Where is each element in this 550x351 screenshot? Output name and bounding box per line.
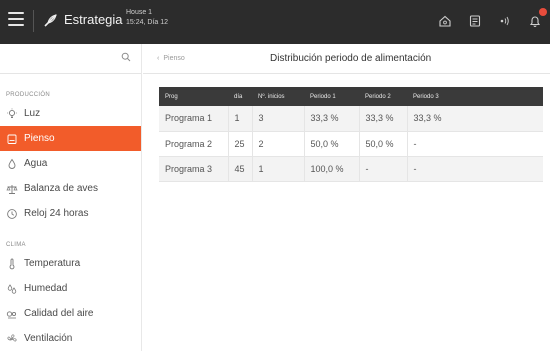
home-icon[interactable] xyxy=(436,12,454,30)
cell-periodo-2[interactable]: 50,0 % xyxy=(359,131,408,156)
topbar-actions xyxy=(436,8,547,32)
feed-period-table: Prog día Nº. inicios Periodo 1 Periodo 2… xyxy=(159,87,543,182)
col-header-dia: día xyxy=(234,93,243,100)
report-icon[interactable] xyxy=(466,12,484,30)
main-header: ‹ Pienso Distribución periodo de alimenta… xyxy=(143,44,550,74)
sound-icon[interactable] xyxy=(496,12,514,30)
bell-icon[interactable] xyxy=(526,8,547,30)
drop-icon xyxy=(6,158,18,170)
sidebar-item-ventilacion[interactable]: Ventilación xyxy=(0,326,141,351)
main-content: ‹ Pienso Distribución periodo de alimenta… xyxy=(143,44,550,351)
sidebar-item-label: Agua xyxy=(24,158,48,169)
sidebar-item-agua[interactable]: Agua xyxy=(0,151,141,176)
table-header-row: Prog día Nº. inicios Periodo 1 Periodo 2… xyxy=(159,87,543,106)
table-row[interactable]: Programa 2 25 2 50,0 % 50,0 % - xyxy=(159,131,543,156)
sidebar-item-label: Pienso xyxy=(24,133,55,144)
sidebar-item-label: Luz xyxy=(24,108,41,119)
notification-badge xyxy=(539,8,547,16)
col-header-periodo-1: Periodo 1 xyxy=(310,93,336,100)
house-name: House 1 xyxy=(126,9,153,16)
sidebar-item-balanza[interactable]: Balanza de aves xyxy=(0,176,141,201)
sidebar-item-label: Ventilación xyxy=(24,333,73,344)
cell-periodo-3[interactable]: 33,3 % xyxy=(407,106,543,131)
sidebar-item-label: Reloj 24 horas xyxy=(24,208,89,219)
menu-icon[interactable] xyxy=(8,12,24,26)
section-produccion: PRODUCCIÓN xyxy=(6,92,51,98)
col-header-periodo-2: Periodo 2 xyxy=(365,93,391,100)
col-header-prog: Prog xyxy=(165,93,178,100)
cell-prog: Programa 2 xyxy=(159,131,229,156)
sidebar-search[interactable] xyxy=(0,44,141,74)
cell-periodo-1[interactable]: 100,0 % xyxy=(304,156,360,181)
cell-periodo-1[interactable]: 33,3 % xyxy=(304,106,360,131)
breadcrumb-label: Pienso xyxy=(163,55,185,62)
sidebar: PRODUCCIÓN Luz Pienso Agua Balanza de av… xyxy=(0,44,142,351)
humidity-icon xyxy=(6,283,18,295)
cell-dia[interactable]: 25 xyxy=(228,131,253,156)
cell-inicios[interactable]: 2 xyxy=(252,131,305,156)
col-header-periodo-3: Periodo 3 xyxy=(413,93,439,100)
table-row[interactable]: Programa 3 45 1 100,0 % - - xyxy=(159,156,543,181)
chevron-left-icon: ‹ xyxy=(157,55,160,62)
cell-dia[interactable]: 45 xyxy=(228,156,253,181)
breadcrumb[interactable]: ‹ Pienso xyxy=(157,55,185,62)
house-info[interactable]: House 1 15:24, Día 12 xyxy=(126,8,168,28)
sidebar-item-label: Calidad del aire xyxy=(24,308,94,319)
sidebar-item-label: Balanza de aves xyxy=(24,183,98,194)
house-time-day: 15:24, Día 12 xyxy=(126,19,169,26)
section-clima: CLIMA xyxy=(6,242,26,248)
cell-periodo-3[interactable]: - xyxy=(407,131,543,156)
divider xyxy=(33,10,34,32)
cell-prog: Programa 3 xyxy=(159,156,229,181)
sidebar-item-humedad[interactable]: Humedad xyxy=(0,276,141,301)
sidebar-item-pienso[interactable]: Pienso xyxy=(0,126,141,151)
air-quality-icon xyxy=(6,308,18,320)
cell-inicios[interactable]: 3 xyxy=(252,106,305,131)
app-title[interactable]: Estrategia xyxy=(64,12,123,27)
cell-inicios[interactable]: 1 xyxy=(252,156,305,181)
sidebar-item-calidad-aire[interactable]: Calidad del aire xyxy=(0,301,141,326)
bulb-icon xyxy=(6,108,18,120)
sidebar-item-label: Temperatura xyxy=(24,258,81,269)
feed-icon xyxy=(6,133,18,145)
cell-prog: Programa 1 xyxy=(159,106,229,131)
col-header-inicios: Nº. inicios xyxy=(258,93,285,100)
thermometer-icon xyxy=(6,258,18,270)
sidebar-item-reloj[interactable]: Reloj 24 horas xyxy=(0,201,141,226)
cell-periodo-3[interactable]: - xyxy=(407,156,543,181)
cell-periodo-2[interactable]: 33,3 % xyxy=(359,106,408,131)
clock-icon xyxy=(6,208,18,220)
leaf-logo-icon xyxy=(44,14,57,27)
search-icon[interactable] xyxy=(121,52,131,62)
sidebar-item-luz[interactable]: Luz xyxy=(0,101,141,126)
scale-icon xyxy=(6,183,18,195)
cell-periodo-2[interactable]: - xyxy=(359,156,408,181)
cell-periodo-1[interactable]: 50,0 % xyxy=(304,131,360,156)
cell-dia[interactable]: 1 xyxy=(228,106,253,131)
sidebar-item-temperatura[interactable]: Temperatura xyxy=(0,251,141,276)
top-bar: Estrategia House 1 15:24, Día 12 xyxy=(0,0,550,44)
sidebar-item-label: Humedad xyxy=(24,283,68,294)
page-title: Distribución periodo de alimentación xyxy=(270,53,432,64)
table-row[interactable]: Programa 1 1 3 33,3 % 33,3 % 33,3 % xyxy=(159,106,543,131)
fan-icon xyxy=(6,333,18,345)
